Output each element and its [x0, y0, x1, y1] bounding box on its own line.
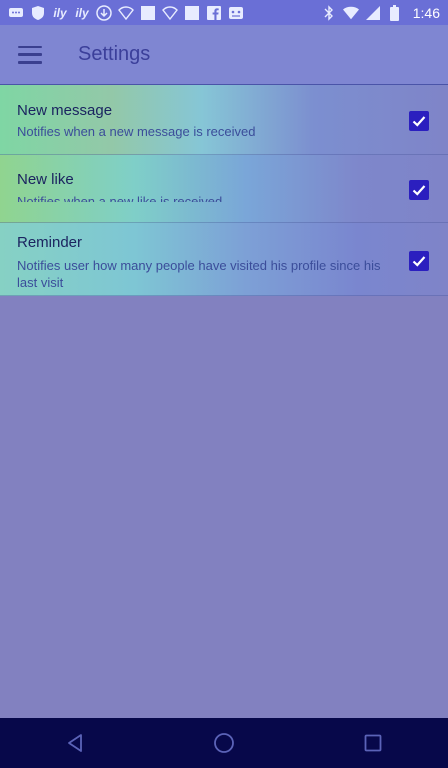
- reminder-checkbox[interactable]: [409, 251, 429, 271]
- setting-reminder[interactable]: Reminder Notifies user how many people h…: [0, 223, 448, 296]
- navigation-bar: [0, 718, 448, 768]
- facebook-icon: [206, 5, 222, 21]
- settings-list: New message Notifies when a new message …: [0, 85, 448, 296]
- gamepad-icon: [228, 5, 244, 21]
- page-title: Settings: [78, 43, 151, 65]
- setting-subtitle: Notifies user how many people have visit…: [17, 258, 381, 290]
- ily-icon: ily: [53, 5, 67, 20]
- status-bar: ily ily 1:46: [0, 0, 448, 25]
- download-icon: [96, 4, 112, 21]
- shield-icon: [30, 5, 46, 21]
- setting-title: Reminder: [17, 234, 83, 251]
- wifi-icon: [118, 5, 134, 21]
- battery-icon: [387, 4, 403, 21]
- ily-icon: ily: [75, 5, 89, 20]
- status-bar-notifications: ily ily: [8, 4, 244, 21]
- menu-button[interactable]: [0, 25, 60, 85]
- back-button[interactable]: [45, 718, 105, 768]
- checkmark-icon: [412, 185, 426, 196]
- square-icon: [140, 5, 156, 21]
- recents-icon: [364, 734, 382, 752]
- home-icon: [214, 733, 234, 753]
- setting-subtitle: Notifies when a new message is received: [17, 124, 256, 139]
- status-bar-system: 1:46: [321, 4, 440, 21]
- home-button[interactable]: [194, 718, 254, 768]
- back-icon: [67, 734, 82, 752]
- new-message-checkbox[interactable]: [409, 111, 429, 131]
- checkmark-icon: [412, 256, 426, 267]
- checkmark-icon: [412, 116, 426, 127]
- wifi-signal-icon: [342, 5, 359, 21]
- message-icon: [8, 5, 24, 21]
- setting-title: New like: [17, 171, 74, 188]
- status-time: 1:46: [412, 4, 440, 21]
- bluetooth-icon: [321, 4, 337, 21]
- setting-title: New message: [17, 102, 113, 119]
- wifi-icon: [162, 5, 178, 21]
- setting-new-message[interactable]: New message Notifies when a new message …: [0, 85, 448, 155]
- hamburger-menu-icon: [18, 45, 42, 64]
- new-like-checkbox[interactable]: [409, 180, 429, 200]
- recents-button[interactable]: [343, 718, 403, 768]
- setting-subtitle: Notifies when a new like is received: [17, 194, 223, 202]
- setting-new-like[interactable]: New like Notifies when a new like is rec…: [0, 155, 448, 223]
- cell-signal-icon: [365, 5, 381, 21]
- square-icon: [184, 5, 200, 21]
- app-bar: Settings: [0, 25, 448, 85]
